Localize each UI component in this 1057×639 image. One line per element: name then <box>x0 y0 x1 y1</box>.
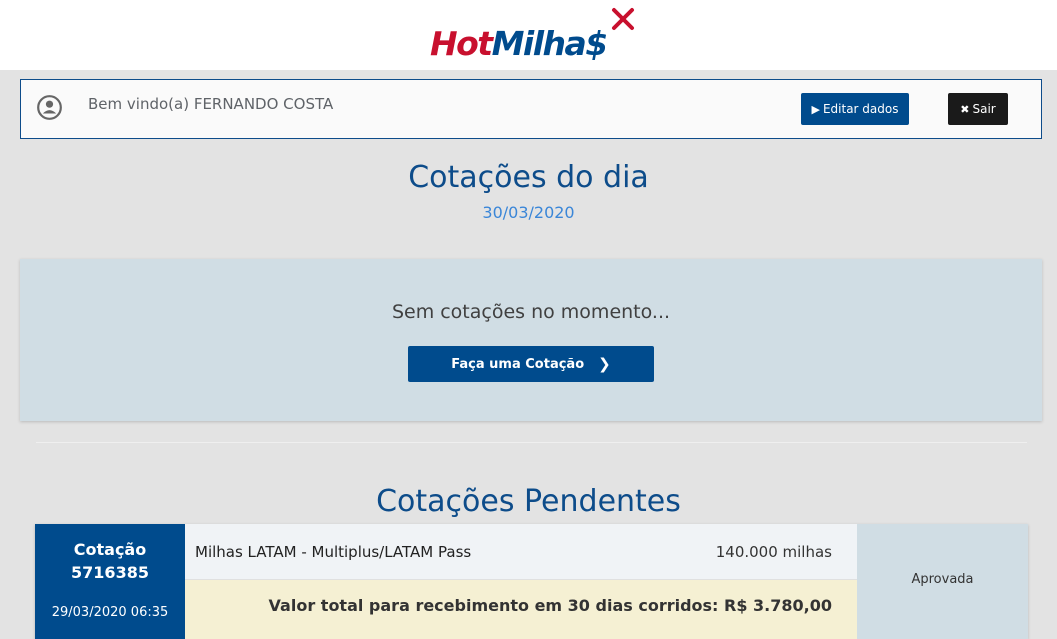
edit-data-button[interactable]: ▶ Editar dados <box>801 93 909 125</box>
chevron-right-icon: ❯ <box>598 355 611 373</box>
quote-miles: 140.000 milhas <box>715 543 832 561</box>
welcome-bar: Bem vindo(a) FERNANDO COSTA ▶ Editar dad… <box>20 79 1042 139</box>
close-icon: ✖ <box>960 102 970 116</box>
quote-program-row: Milhas LATAM - Multiplus/LATAM Pass 140.… <box>185 524 857 580</box>
pending-quotes-title: Cotações Pendentes <box>376 484 681 519</box>
logout-button[interactable]: ✖ Sair <box>948 93 1008 125</box>
user-icon <box>37 95 62 120</box>
make-quote-button[interactable]: Faça uma Cotação ❯ <box>408 346 654 382</box>
quote-id: 5716385 <box>71 563 149 582</box>
logo-milhas-text: Milha$ <box>491 24 609 63</box>
empty-quotes-panel: Sem cotações no momento... Faça uma Cota… <box>20 259 1042 421</box>
daily-quotes-date: 30/03/2020 <box>482 203 575 222</box>
welcome-text: Bem vindo(a) FERNANDO COSTA <box>88 95 334 113</box>
empty-quotes-message: Sem cotações no momento... <box>391 301 671 323</box>
pending-quote-card[interactable]: Cotação 5716385 29/03/2020 06:35 Milhas … <box>35 524 1028 639</box>
quote-total: Valor total para recebimento em 30 dias … <box>268 596 832 615</box>
quote-id-block: Cotação 5716385 29/03/2020 06:35 <box>35 524 185 639</box>
top-bar: Hot Milha$ <box>0 0 1057 70</box>
status-badge: Aprovada <box>911 572 974 587</box>
daily-quotes-title: Cotações do dia <box>408 160 649 195</box>
hotmilhas-logo[interactable]: Hot Milha$ <box>430 8 634 63</box>
logout-label: Sair <box>972 102 996 116</box>
quote-label: Cotação <box>73 540 147 559</box>
quote-status-block: Aprovada <box>857 524 1028 639</box>
play-icon: ▶ <box>811 102 820 116</box>
edit-data-label: Editar dados <box>822 102 899 116</box>
section-divider <box>36 442 1027 443</box>
quote-datetime: 29/03/2020 06:35 <box>51 605 169 620</box>
airplane-icon <box>612 8 634 30</box>
make-quote-label: Faça uma Cotação <box>451 356 585 372</box>
quote-total-row: Valor total para recebimento em 30 dias … <box>185 580 857 639</box>
logo-hot-text: Hot <box>430 24 493 63</box>
quote-program: Milhas LATAM - Multiplus/LATAM Pass <box>195 543 472 561</box>
